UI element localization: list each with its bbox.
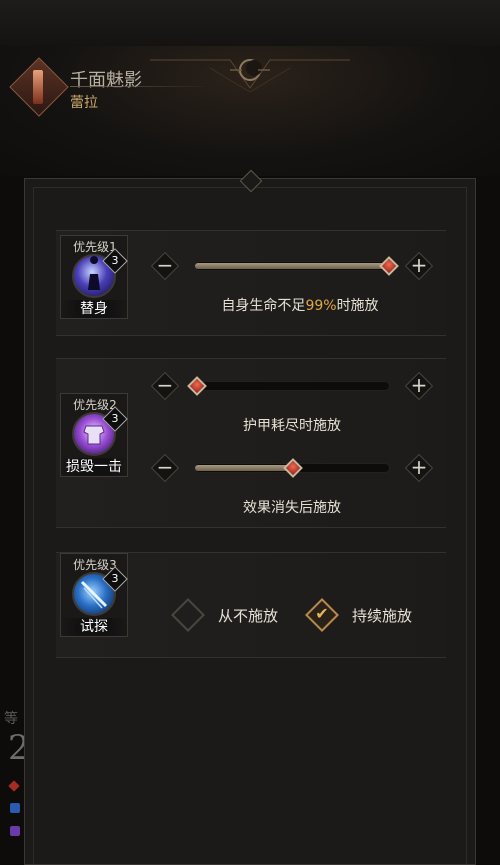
skill-card-3: 优先级3 3 试探 从不施放 ✔ 持续施放 <box>56 552 446 658</box>
purple-skill-icon <box>10 826 20 836</box>
condition-text: 自身生命不足 <box>221 298 306 314</box>
plus-icon: + <box>410 373 428 397</box>
checkmark-icon: ✔ <box>315 604 329 623</box>
condition-text: 时施放 <box>336 298 379 314</box>
divider <box>70 86 210 87</box>
level-number: 3 <box>111 412 119 425</box>
moon-emblem-icon <box>230 59 270 81</box>
background-label: 等 <box>4 711 18 727</box>
minus-icon: − <box>156 373 174 397</box>
option-never-cast-radio[interactable] <box>171 598 205 632</box>
option-always-cast-label[interactable]: 持续施放 <box>352 605 412 626</box>
skill-card-2: 优先级2 3 损毁一击 − + 护甲耗尽时施放 − + 效果消失后施放 <box>56 358 446 528</box>
slider-handle[interactable] <box>187 376 207 396</box>
threshold-slider[interactable] <box>194 381 390 391</box>
hero-subtitle: 蕾拉 <box>70 95 98 111</box>
red-gem-icon <box>8 780 20 792</box>
skill-name: 损毁一击 <box>60 458 128 476</box>
plus-icon: + <box>410 253 428 277</box>
threshold-percent: 99% <box>305 298 337 314</box>
skill-name: 试探 <box>60 618 128 636</box>
decrease-button[interactable]: − <box>150 453 180 483</box>
skill-card-1: 优先级1 3 替身 − + 自身生命不足99%时施放 <box>56 230 446 336</box>
threshold-slider[interactable] <box>194 261 394 271</box>
top-bar <box>0 0 500 47</box>
decrease-button[interactable]: − <box>150 371 180 401</box>
hero-weapon-icon <box>33 70 43 104</box>
cast-condition: 自身生命不足99%时施放 <box>160 295 440 315</box>
increase-button[interactable]: + <box>404 371 434 401</box>
minus-icon: − <box>156 455 174 479</box>
slider-handle[interactable] <box>379 256 399 276</box>
minus-icon: − <box>156 253 174 277</box>
hero-name: 千面魅影 <box>70 70 142 91</box>
slider-fill <box>195 465 293 471</box>
cast-condition: 效果消失后施放 <box>243 500 341 516</box>
increase-button[interactable]: + <box>404 251 434 281</box>
decrease-button[interactable]: − <box>150 251 180 281</box>
plus-icon: + <box>410 455 428 479</box>
skill-tile[interactable]: 优先级1 3 替身 <box>60 235 128 319</box>
skill-tile[interactable]: 优先级3 3 试探 <box>60 553 128 637</box>
increase-button[interactable]: + <box>404 453 434 483</box>
skill-tile[interactable]: 优先级2 3 损毁一击 <box>60 393 128 477</box>
cast-condition: 护甲耗尽时施放 <box>243 418 341 434</box>
level-number: 3 <box>111 254 119 267</box>
skill-name: 替身 <box>60 300 128 318</box>
slider-fill <box>195 263 387 269</box>
level-number: 3 <box>111 572 119 585</box>
blue-shield-icon <box>10 803 20 813</box>
slider-handle[interactable] <box>283 458 303 478</box>
option-never-cast-label[interactable]: 从不施放 <box>218 605 278 626</box>
